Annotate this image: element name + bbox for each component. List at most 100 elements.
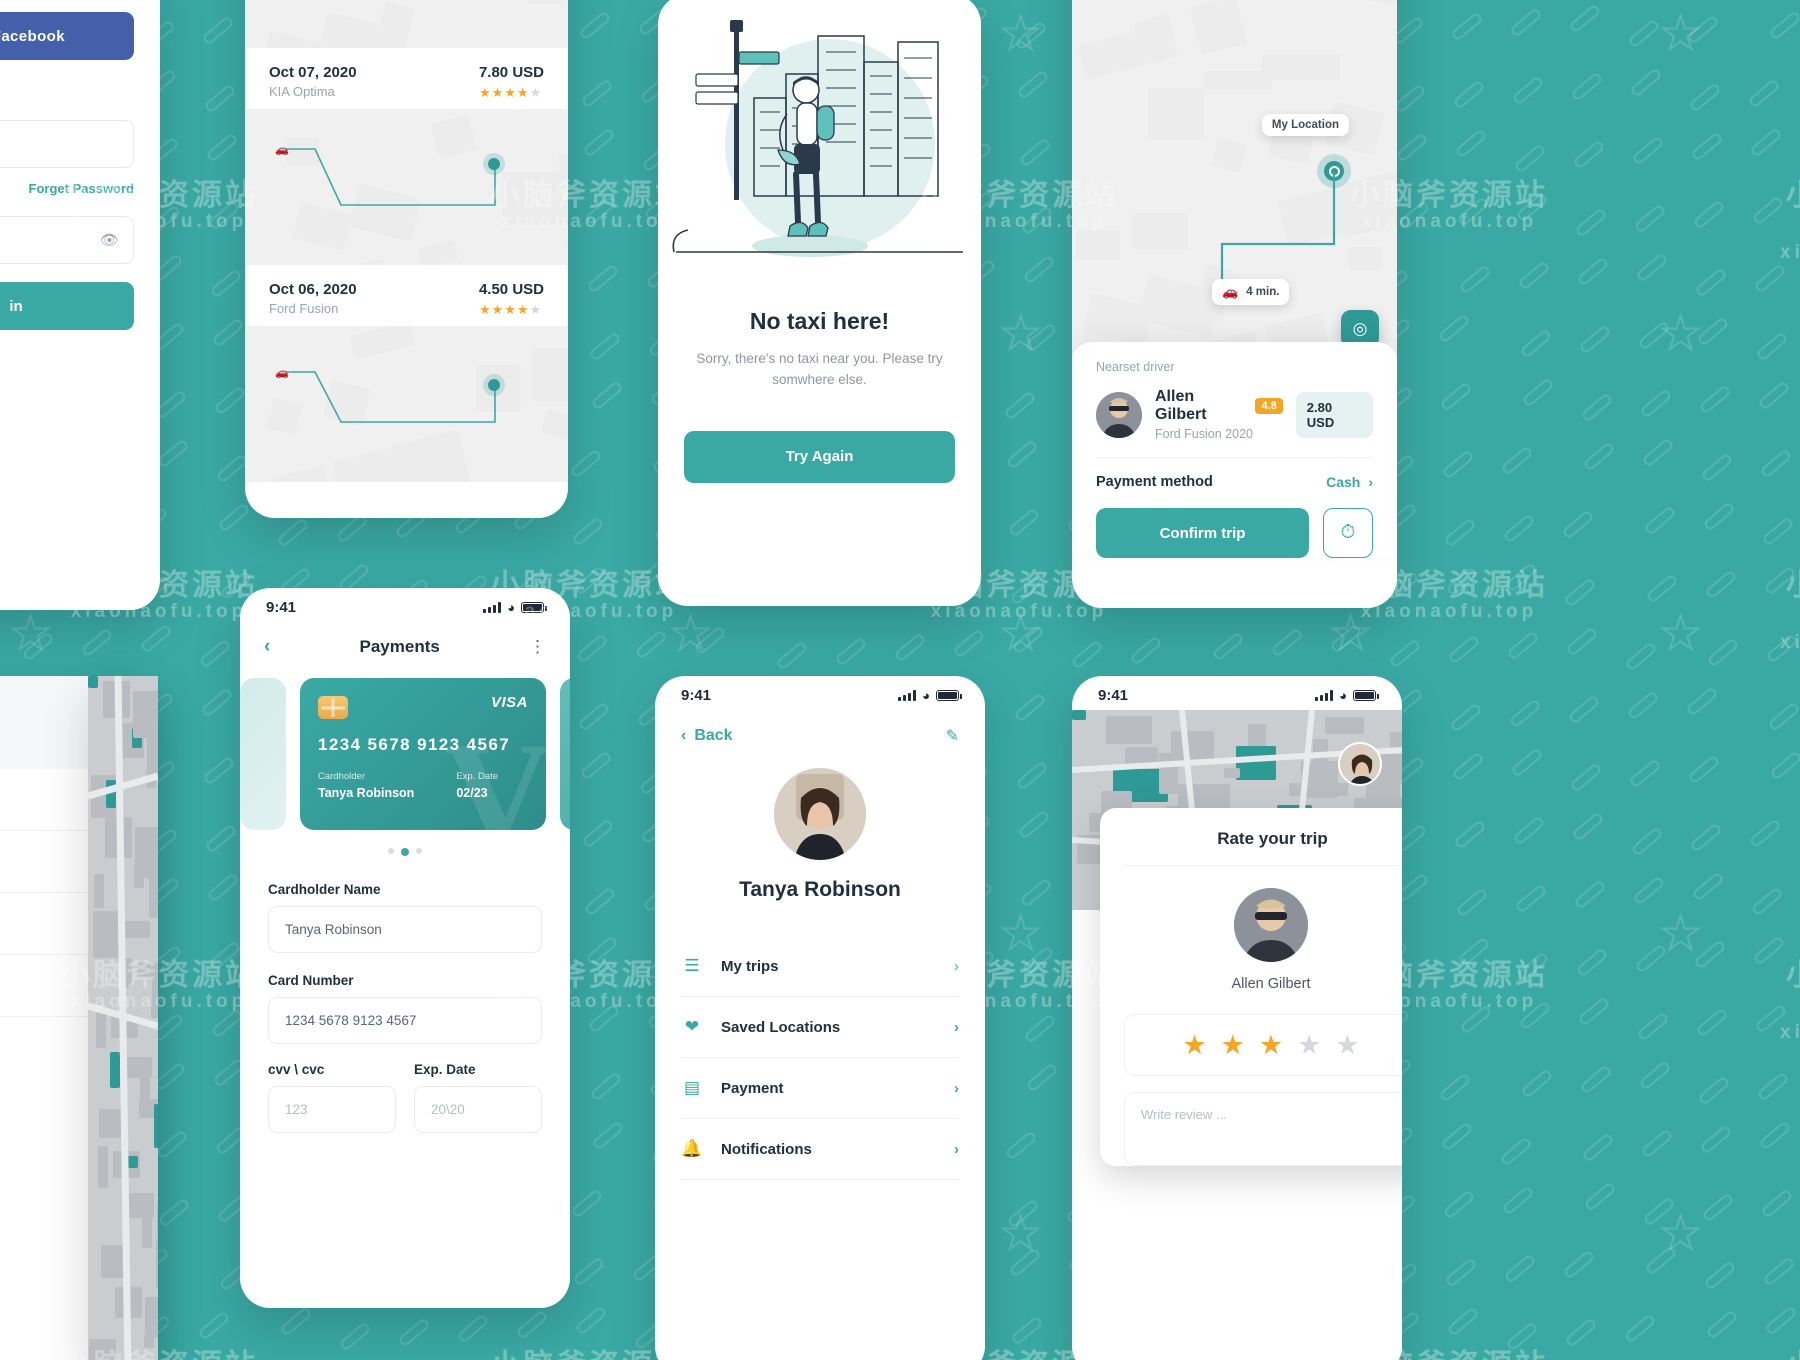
screen-login: ct by: f Facebook y email: m Forget Pass… [0, 0, 160, 610]
star-2[interactable]: ★ [1221, 1030, 1245, 1061]
star-4[interactable]: ★ [1297, 1030, 1321, 1061]
trip-car: KIA Optima [269, 84, 335, 99]
pencil-edit-icon[interactable]: ✎ [946, 726, 959, 746]
chevron-left-icon[interactable]: ‹ [264, 636, 270, 658]
rated-driver-name: Allen Gilbert [1231, 976, 1311, 992]
carousel-dot[interactable] [388, 848, 394, 854]
star-5[interactable]: ★ [1335, 1030, 1359, 1061]
trip-rating-stars: ★★★★★ [478, 302, 543, 317]
trip-row[interactable]: Oct 06, 2020 Ford Fusion 4.50 USD ★★★★★ [245, 265, 568, 318]
payment-method-value-group: Cash › [1326, 474, 1373, 490]
signin-label: in [9, 297, 23, 315]
cardholder-name-value: Tanya Robinson [285, 922, 382, 937]
signal-icon [1315, 689, 1334, 701]
signal-icon [898, 689, 917, 701]
chevron-left-icon: ‹ [681, 727, 687, 744]
confirm-trip-map[interactable]: My Location 🚗 4 min. ◎ [1072, 0, 1397, 364]
menu-label: Payment [721, 1079, 784, 1097]
wifi-icon: ◕ [507, 599, 515, 615]
kebab-menu-icon[interactable]: ⋮ [529, 638, 546, 655]
card-number-input[interactable]: 1234 5678 9123 4567 [268, 997, 542, 1044]
stopwatch-icon[interactable]: ⏱ [1323, 508, 1373, 558]
modal-header: Rate your trip ✕ [1124, 828, 1402, 849]
page-title: Payments [359, 637, 440, 656]
driver-row[interactable]: Allen Gilbert 4.8 Ford Fusion 2020 2.80 … [1096, 388, 1373, 441]
email-field[interactable]: m [0, 120, 134, 168]
menu-item-my-trips[interactable]: ☰ My trips › [681, 936, 959, 997]
confirm-trip-sheet: Nearset driver Allen Gilbert 4.8 Ford Fu… [1072, 342, 1397, 558]
visa-logo: VISA [490, 694, 528, 711]
cvv-value: 123 [285, 1102, 308, 1117]
menu-item-notifications[interactable]: 🔔 Notifications › [681, 1119, 959, 1180]
forget-password-link[interactable]: Forget Password [29, 181, 134, 196]
payment-method-row[interactable]: Payment method Cash › [1096, 474, 1373, 490]
trip-price: 7.80 USD [478, 64, 544, 81]
divider [1096, 457, 1373, 458]
fare-badge: 2.80 USD [1295, 391, 1373, 438]
trip-map-2[interactable]: 🚗 [245, 326, 568, 482]
star-1[interactable]: ★ [1182, 1030, 1206, 1061]
screen-no-taxi: No taxi here! Sorry, there's no taxi nea… [658, 0, 981, 606]
confirm-actions: Confirm trip ⏱ [1096, 508, 1373, 558]
signin-button[interactable]: in [0, 282, 134, 330]
eta-label: 4 min. [1246, 286, 1280, 298]
rate-trip-modal: Rate your trip ✕ Allen Gilbert ★ ★ ★ ★ ★… [1100, 808, 1402, 1166]
wifi-icon: ◕ [1339, 687, 1347, 703]
city-street-illustration-svg [672, 20, 963, 257]
carousel-dots[interactable] [240, 848, 570, 856]
confirm-trip-button[interactable]: Confirm trip [1096, 508, 1309, 558]
star-rating-input[interactable]: ★ ★ ★ ★ ★ [1124, 1014, 1402, 1076]
card-footer: Cardholder Tanya Robinson Exp. Date 02/2… [318, 771, 528, 800]
signal-icon [483, 601, 502, 613]
no-taxi-title: No taxi here! [749, 308, 890, 334]
try-again-label: Try Again [785, 448, 854, 466]
trip-date: Oct 07, 2020 [269, 64, 357, 81]
screen-payments: 9:41 ◕ ‹ Payments ⋮ V VISA 1234 5678 912… [240, 588, 570, 1308]
no-taxi-illustration [658, 0, 981, 304]
menu-label: Saved Locations [721, 1018, 841, 1036]
carousel-dot[interactable] [416, 848, 422, 854]
cardholder-name-input[interactable]: Tanya Robinson [268, 906, 542, 953]
card-number: 1234 5678 9123 4567 [318, 735, 511, 754]
trip-map-0[interactable]: 🚗 [245, 0, 568, 48]
status-bar: 9:41 ◕ [1072, 676, 1402, 710]
card-active[interactable]: V VISA 1234 5678 9123 4567 Cardholder Ta… [300, 678, 546, 830]
cardholder-label: Cardholder [318, 771, 365, 782]
card-next[interactable]: 12 C Ta [560, 678, 570, 830]
status-time: 9:41 [681, 686, 712, 704]
try-again-button[interactable]: Try Again [684, 430, 955, 483]
menu-item-saved-locations[interactable]: ❤ Saved Locations › [681, 997, 959, 1058]
review-textarea[interactable]: Write review ... [1124, 1092, 1402, 1166]
star-3[interactable]: ★ [1259, 1030, 1283, 1061]
back-button[interactable]: ‹ Back [681, 727, 733, 745]
profile-name: Tanya Robinson [739, 878, 901, 901]
payments-header: ‹ Payments ⋮ [240, 622, 570, 658]
heart-icon: ❤ [684, 1017, 700, 1036]
screen-confirm-trip: My Location 🚗 4 min. ◎ Nearset driver Al… [1072, 0, 1397, 608]
chevron-right-icon: › [954, 957, 959, 975]
map-avatar[interactable] [1338, 742, 1382, 786]
trip-price: 4.50 USD [478, 281, 544, 298]
chevron-right-icon: › [1368, 474, 1373, 490]
trip-row[interactable]: Oct 07, 2020 KIA Optima 7.80 USD ★★★★★ [245, 48, 568, 101]
card-exp-label: Exp. Date [456, 771, 499, 782]
password-field[interactable]: 👁 [0, 216, 134, 264]
menu-label: My trips [721, 957, 779, 975]
screen-rate-trip: 9:41 ◕ Rate your trip ✕ Allen Gi [1072, 676, 1402, 1360]
facebook-label: Facebook [0, 27, 65, 45]
card-previous[interactable] [240, 678, 286, 830]
cvv-exp-row: cvv \ cvc 123 Exp. Date 20\20 [268, 1062, 542, 1133]
driver-rating-badge: 4.8 [1255, 398, 1283, 414]
carousel-dot-active[interactable] [401, 848, 409, 856]
status-icons: ◕ [898, 688, 962, 703]
menu-item-payment[interactable]: ▤ Payment › [681, 1058, 959, 1119]
card-carousel[interactable]: V VISA 1234 5678 9123 4567 Cardholder Ta… [240, 678, 570, 830]
facebook-login-button[interactable]: f Facebook [0, 12, 134, 60]
email-label: y email: [0, 92, 134, 108]
eye-icon[interactable]: 👁 [100, 231, 119, 249]
trip-map-1[interactable]: 🚗 [245, 109, 568, 265]
bell-icon: 🔔 [681, 1139, 703, 1158]
battery-icon [936, 689, 962, 701]
cvv-input[interactable]: 123 [268, 1086, 396, 1133]
exp-date-input[interactable]: 20\20 [414, 1086, 542, 1133]
